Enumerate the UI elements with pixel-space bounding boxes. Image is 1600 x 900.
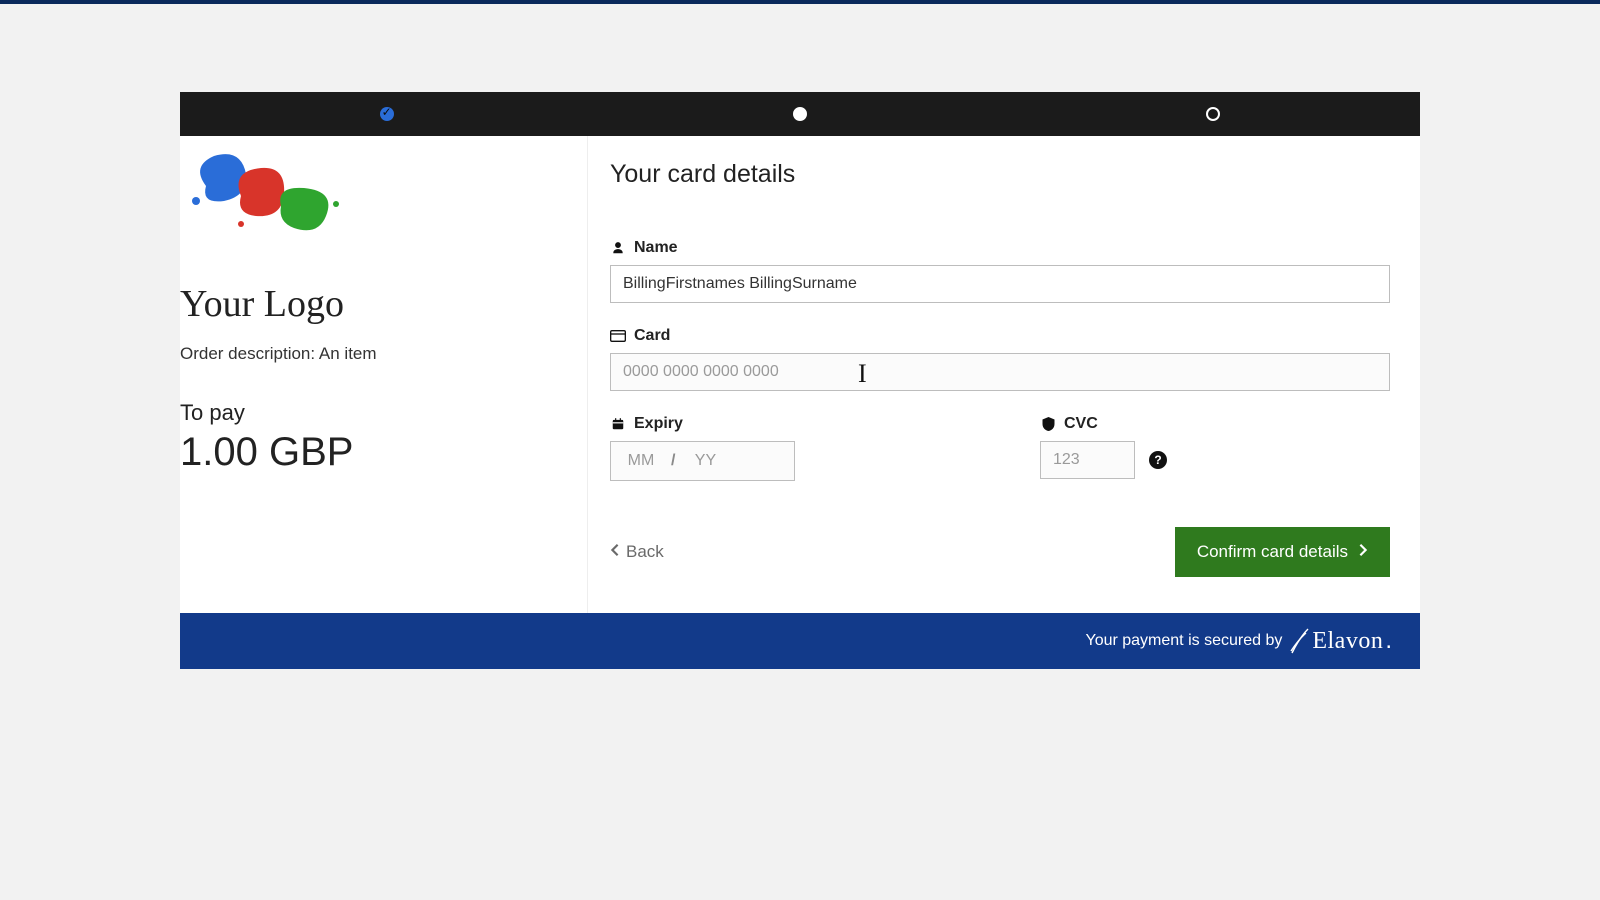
name-label: Name <box>610 239 1390 257</box>
step-3-upcoming-icon <box>1206 107 1220 121</box>
merchant-logo-text: Your Logo <box>180 282 567 326</box>
name-field: Name <box>610 239 1390 303</box>
expiry-label-text: Expiry <box>634 415 683 433</box>
content-area: Your Logo Order description: An item To … <box>180 136 1420 613</box>
section-title: Your card details <box>610 160 1390 189</box>
cvc-label: CVC <box>1040 415 1390 433</box>
order-summary-panel: Your Logo Order description: An item To … <box>180 136 588 613</box>
elavon-brand-text: Elavon <box>1312 628 1383 655</box>
footer-secured-text: Your payment is secured by <box>1085 632 1282 650</box>
chevron-left-icon <box>610 542 620 562</box>
card-label-text: Card <box>634 327 670 345</box>
expiry-input-group: / <box>610 441 795 481</box>
cvc-field: CVC ? <box>1040 415 1390 481</box>
elavon-brand-logo: Elavon. <box>1290 627 1392 655</box>
credit-card-icon <box>610 329 626 343</box>
cvc-label-text: CVC <box>1064 415 1098 433</box>
expiry-field: Expiry / <box>610 415 1000 481</box>
card-details-panel: Your card details Name Card <box>588 136 1420 613</box>
shield-icon <box>1040 417 1056 431</box>
name-label-text: Name <box>634 239 678 257</box>
expiry-month-input[interactable] <box>611 443 671 479</box>
brand-period: . <box>1385 627 1392 655</box>
elavon-swoosh-icon <box>1290 627 1310 655</box>
card-number-input[interactable] <box>610 353 1390 391</box>
merchant-logo-image <box>180 142 350 252</box>
name-input[interactable] <box>610 265 1390 303</box>
step-1-done-icon <box>380 107 394 121</box>
step-2-current-icon <box>793 107 807 121</box>
expiry-cvc-row: Expiry / CVC <box>610 415 1390 481</box>
action-row: Back Confirm card details <box>610 527 1390 577</box>
to-pay-amount: 1.00 GBP <box>180 430 567 475</box>
person-icon <box>610 241 626 255</box>
to-pay-label: To pay <box>180 400 567 426</box>
payment-page: Your Logo Order description: An item To … <box>180 92 1420 669</box>
chevron-right-icon <box>1358 542 1368 562</box>
expiry-year-input[interactable] <box>675 443 735 479</box>
order-description: Order description: An item <box>180 344 567 364</box>
footer: Your payment is secured by Elavon. <box>180 613 1420 669</box>
progress-bar <box>180 92 1420 136</box>
confirm-button-label: Confirm card details <box>1197 542 1348 562</box>
card-label: Card <box>610 327 1390 345</box>
back-button[interactable]: Back <box>610 542 664 562</box>
calendar-icon <box>610 417 626 431</box>
cvc-input[interactable] <box>1040 441 1135 479</box>
back-button-label: Back <box>626 542 664 562</box>
card-field: Card I <box>610 327 1390 391</box>
confirm-button[interactable]: Confirm card details <box>1175 527 1390 577</box>
cvc-help-icon[interactable]: ? <box>1149 451 1167 469</box>
expiry-label: Expiry <box>610 415 1000 433</box>
